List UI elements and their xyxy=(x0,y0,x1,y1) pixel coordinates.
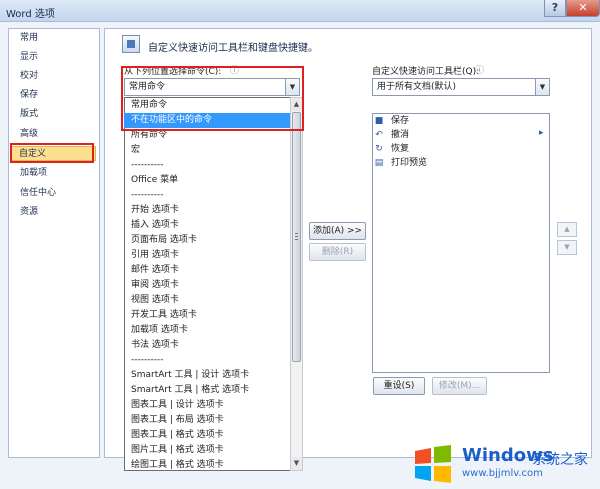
nav-item-layout[interactable]: 版式 xyxy=(12,107,96,122)
quick-access-toolbar-icon xyxy=(122,35,140,53)
choose-from-value: 常用命令 xyxy=(129,82,166,92)
remove-button[interactable]: 删除(R) xyxy=(309,243,366,261)
dropdown-option[interactable]: 图表工具 | 格式 选项卡 xyxy=(128,428,288,443)
scroll-grip xyxy=(295,236,298,237)
qa-item-print-preview[interactable]: 打印预览 xyxy=(391,157,427,170)
dropdown-option[interactable]: 邮件 选项卡 xyxy=(128,263,288,278)
dropdown-scrollbar[interactable]: ▲ ▼ xyxy=(290,97,303,471)
qa-item-redo[interactable]: 恢复 xyxy=(391,143,409,156)
qa-item-save[interactable]: 保存 xyxy=(391,115,409,128)
nav-item-addins[interactable]: 加载项 xyxy=(12,166,96,181)
print-preview-icon: ▤ xyxy=(374,158,384,168)
undo-icon: ↶ xyxy=(375,130,383,140)
close-button[interactable]: ✕ xyxy=(566,0,600,17)
move-down-button[interactable]: ▼ xyxy=(557,240,577,255)
modify-button[interactable]: 修改(M)... xyxy=(432,377,487,395)
dropdown-option[interactable]: 所有命令 xyxy=(128,128,288,143)
dropdown-option[interactable]: Office 菜单 xyxy=(128,173,288,188)
title-bar xyxy=(0,0,600,22)
dropdown-option[interactable]: 加载项 选项卡 xyxy=(128,323,288,338)
nav-item-proofing[interactable]: 校对 xyxy=(12,69,96,84)
qa-scope-combo[interactable]: 用于所有文档(默认) ▼ xyxy=(372,78,550,96)
scroll-grip xyxy=(295,233,298,234)
chevron-down-icon[interactable]: ▼ xyxy=(285,79,299,95)
nav-item-general[interactable]: 常用 xyxy=(12,31,96,46)
qa-label: 自定义快速访问工具栏(Q): xyxy=(372,67,480,77)
dropdown-option[interactable]: SmartArt 工具 | 设计 选项卡 xyxy=(128,368,288,383)
qa-info-icon: ⓘ xyxy=(475,66,485,76)
scroll-down-icon[interactable]: ▼ xyxy=(291,457,302,470)
dropdown-option[interactable]: 图表工具 | 布局 选项卡 xyxy=(128,413,288,428)
dropdown-option[interactable]: SmartArt 工具 | 格式 选项卡 xyxy=(128,383,288,398)
scroll-up-icon[interactable]: ▲ xyxy=(291,98,302,111)
nav-item-advanced[interactable]: 高级 xyxy=(12,127,96,142)
dropdown-separator: ---------- xyxy=(131,355,164,365)
dropdown-option[interactable]: 常用命令 xyxy=(128,98,288,113)
choose-from-info-icon: ⓘ xyxy=(230,66,240,76)
dropdown-option[interactable]: 图片工具 | 格式 选项卡 xyxy=(128,443,288,458)
dropdown-separator: ---------- xyxy=(131,160,164,170)
dropdown-option[interactable]: 插入 选项卡 xyxy=(128,218,288,233)
move-up-button[interactable]: ▲ xyxy=(557,222,577,237)
dropdown-option[interactable]: 绘图工具 | 格式 选项卡 xyxy=(128,458,288,473)
choose-from-label: 从下列位置选择命令(C): xyxy=(124,67,222,77)
qa-scope-value: 用于所有文档(默认) xyxy=(377,82,457,92)
qa-item-undo[interactable]: 撤消 xyxy=(391,129,409,142)
dropdown-option[interactable]: 页面布局 选项卡 xyxy=(128,233,288,248)
pane-heading: 自定义快速访问工具栏和键盘快捷键。 xyxy=(148,43,318,54)
dropdown-option[interactable]: 视图 选项卡 xyxy=(128,293,288,308)
choose-from-combo[interactable]: 常用命令 ▼ xyxy=(124,78,300,96)
save-icon: ■ xyxy=(374,116,384,126)
dropdown-option-highlighted[interactable]: 不在功能区中的命令 xyxy=(124,113,291,128)
nav-item-resources[interactable]: 资源 xyxy=(12,205,96,220)
dropdown-option[interactable]: 书法 选项卡 xyxy=(128,338,288,353)
dropdown-option[interactable]: 图表工具 | 设计 选项卡 xyxy=(128,398,288,413)
dropdown-option[interactable]: 宏 xyxy=(128,143,288,158)
nav-item-trust-center[interactable]: 信任中心 xyxy=(12,186,96,201)
dropdown-option[interactable]: 开发工具 选项卡 xyxy=(128,308,288,323)
nav-item-save[interactable]: 保存 xyxy=(12,88,96,103)
chevron-right-icon[interactable]: ▸ xyxy=(539,128,544,138)
windows-logo-icon xyxy=(415,445,451,483)
reset-button[interactable]: 重设(S) xyxy=(373,377,425,395)
nav-item-display[interactable]: 显示 xyxy=(12,50,96,65)
nav-item-customize[interactable]: 自定义 xyxy=(10,146,96,161)
scroll-grip xyxy=(295,239,298,240)
dropdown-separator: ---------- xyxy=(131,190,164,200)
watermark-url: www.bjjmlv.com xyxy=(462,468,543,479)
redo-icon: ↻ xyxy=(375,144,383,154)
dropdown-option[interactable]: 引用 选项卡 xyxy=(128,248,288,263)
add-button[interactable]: 添加(A) >> xyxy=(309,222,366,240)
dropdown-option[interactable]: 开始 选项卡 xyxy=(128,203,288,218)
scroll-thumb[interactable] xyxy=(292,112,301,362)
watermark-suffix: 系统之家 xyxy=(532,452,588,468)
dropdown-option[interactable]: 审阅 选项卡 xyxy=(128,278,288,293)
help-button[interactable]: ? xyxy=(544,0,566,17)
chevron-down-icon[interactable]: ▼ xyxy=(535,79,549,95)
window-title: Word 选项 xyxy=(6,9,55,20)
